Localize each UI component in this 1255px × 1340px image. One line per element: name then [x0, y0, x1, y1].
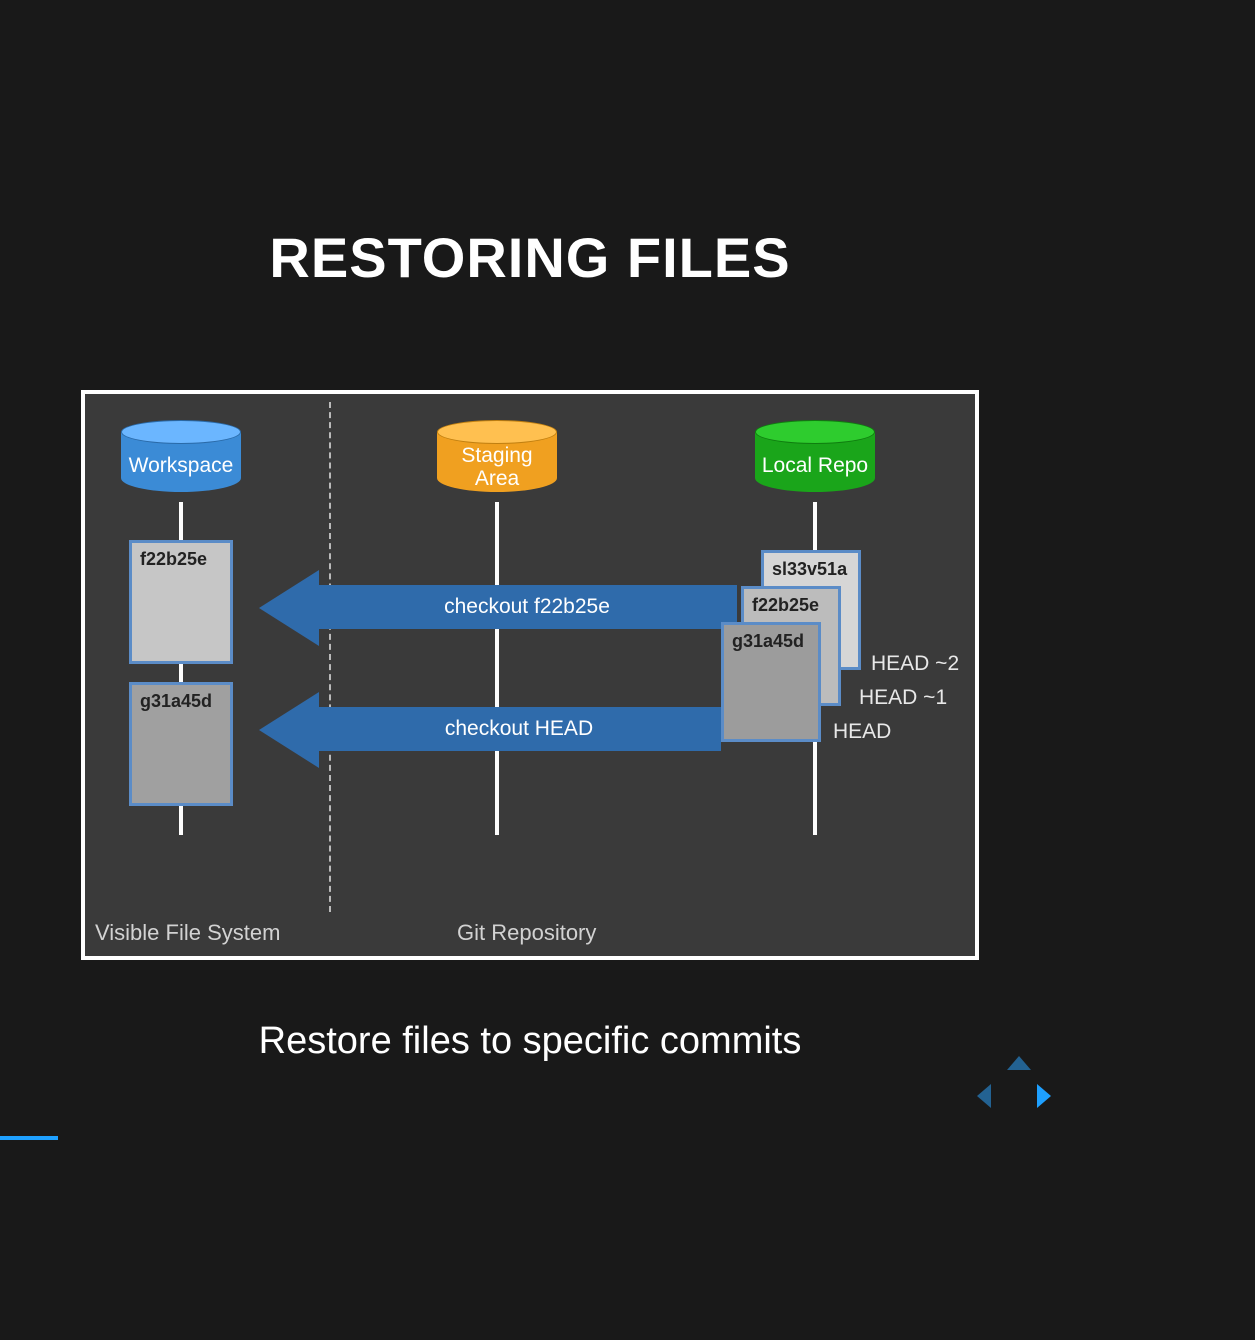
workspace-file-card: f22b25e: [129, 540, 233, 664]
region-label-visible-fs: Visible File System: [95, 920, 280, 946]
label-staging: Staging Area: [437, 444, 557, 490]
slide-caption: Restore files to specific commits: [259, 1020, 802, 1063]
nav-up-button[interactable]: [1007, 1056, 1031, 1070]
slide-title: RESTORING FILES: [269, 225, 790, 290]
slide: RESTORING FILES Workspace Staging Area L…: [0, 0, 1060, 1134]
arrow-checkout-commit: checkout f22b25e: [317, 585, 737, 629]
arrow-checkout-head: checkout HEAD: [317, 707, 721, 751]
label-localrepo: Local Repo: [755, 454, 875, 477]
commit-card: g31a45d: [721, 622, 821, 742]
arrow-head-icon: [259, 692, 319, 768]
nav-next-button[interactable]: [1037, 1084, 1051, 1108]
stem-staging: [495, 502, 499, 835]
label-workspace: Workspace: [121, 454, 241, 477]
region-label-git-repo: Git Repository: [457, 920, 596, 946]
cylinder-workspace: Workspace: [121, 420, 241, 505]
slide-nav: [981, 1054, 1055, 1128]
workspace-file-card: g31a45d: [129, 682, 233, 806]
head-ref-label: HEAD: [833, 720, 891, 744]
divider-dashed: [329, 402, 331, 912]
head-ref-label: HEAD ~2: [871, 652, 959, 676]
cylinder-local-repo: Local Repo: [755, 420, 875, 505]
progress-bar: [0, 1136, 58, 1140]
arrow-head-icon: [259, 570, 319, 646]
cylinder-staging-area: Staging Area: [437, 420, 557, 505]
head-ref-label: HEAD ~1: [859, 686, 947, 710]
diagram-frame: Workspace Staging Area Local Repo checko…: [81, 390, 979, 960]
nav-prev-button[interactable]: [977, 1084, 991, 1108]
